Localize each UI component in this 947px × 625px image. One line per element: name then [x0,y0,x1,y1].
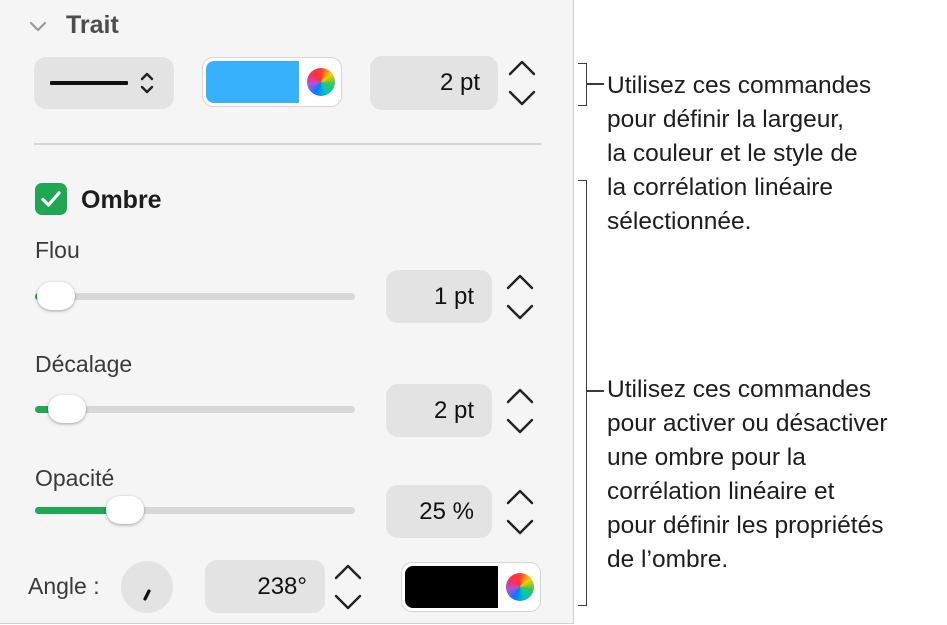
blur-field[interactable]: 1 pt [386,270,492,323]
offset-field[interactable]: 2 pt [386,384,492,437]
annotation-line: Utilisez ces commandes [607,376,872,403]
shadow-callout-text: Utilisez ces commandes pour activer ou d… [607,373,888,577]
opacity-field[interactable]: 25 % [386,485,492,538]
color-wheel-icon[interactable] [307,68,335,96]
opacity-value: 25 % [419,497,474,525]
angle-stepper[interactable] [326,558,370,616]
stroke-section-title[interactable]: Trait [66,11,119,40]
stroke-width-field[interactable]: 2 pt [370,56,498,110]
format-panel: Trait 2 pt Ombre Flou 1 pt Décalage 2 pt… [0,0,574,624]
section-divider [34,143,541,145]
shadow-color-swatch [405,566,498,608]
annotation-line: sélectionnée. [607,208,752,235]
offset-slider-knob[interactable] [48,395,86,423]
annotation-line: pour définir la largeur, [607,106,844,133]
stroke-color-swatch [206,61,299,103]
stroke-width-stepper[interactable] [500,54,544,112]
annotation-line: Utilisez ces commandes [607,72,872,99]
offset-label: Décalage [35,351,133,377]
blur-stepper[interactable] [498,268,542,326]
angle-label: Angle : [28,573,100,599]
shadow-color-well[interactable] [402,563,540,611]
offset-slider[interactable] [35,395,355,423]
stroke-color-well[interactable] [203,58,341,106]
line-style-preview [50,81,128,85]
angle-dial[interactable] [121,561,173,613]
annotation-line: de l’ombre. [607,546,729,573]
shadow-checkbox[interactable] [35,183,67,215]
annotation-line: une ombre pour la [607,444,806,471]
up-down-arrows-icon [138,69,156,102]
angle-value: 238° [257,572,307,600]
angle-field[interactable]: 238° [205,560,325,613]
opacity-label: Opacité [35,465,115,491]
opacity-stepper[interactable] [498,483,542,541]
angle-dial-indicator [143,589,151,601]
chevron-down-icon[interactable] [28,18,48,39]
opacity-slider[interactable] [35,496,355,524]
annotation-line: la couleur et le style de [607,140,858,167]
shadow-callout-tick [586,390,604,392]
blur-value: 1 pt [433,282,474,310]
checkmark-icon [41,191,61,207]
annotation-line: corrélation linéaire et [607,478,835,505]
stroke-callout-text: Utilisez ces commandes pour définir la l… [607,69,871,239]
blur-slider[interactable] [35,282,355,310]
color-wheel-icon[interactable] [506,573,534,601]
shadow-section-title: Ombre [81,186,162,214]
shadow-callout-bracket [578,180,587,606]
stroke-callout-bracket [578,63,587,106]
line-style-popup[interactable] [34,57,174,109]
offset-stepper[interactable] [498,382,542,440]
annotation-line: pour définir les propriétés [607,512,884,539]
annotation-line: la corrélation linéaire [607,174,834,201]
blur-label: Flou [35,237,80,263]
offset-value: 2 pt [433,396,474,424]
annotation-line: pour activer ou désactiver [607,410,888,437]
stroke-width-value: 2 pt [439,69,480,96]
stroke-callout-tick [586,83,604,85]
blur-slider-knob[interactable] [36,282,75,310]
opacity-slider-knob[interactable] [105,496,144,524]
